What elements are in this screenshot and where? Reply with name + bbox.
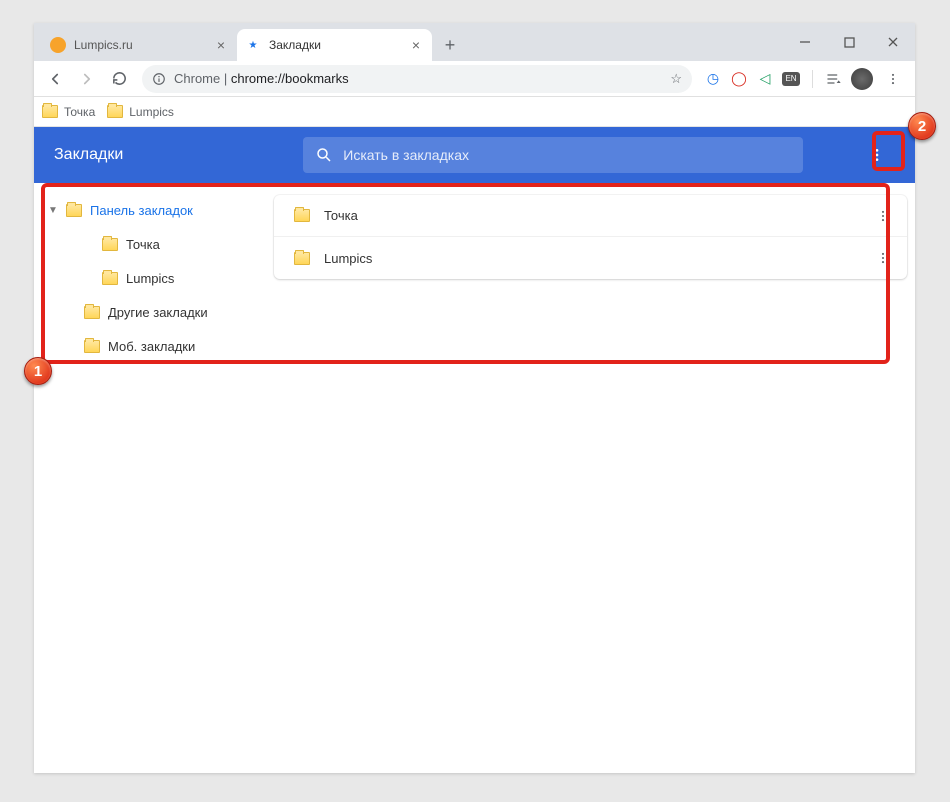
extension-icon[interactable]: ◁ [756,70,774,88]
folder-icon [84,306,100,319]
extension-icons: ◷ ◯ ◁ EN [700,64,909,94]
list-item[interactable]: Lumpics [274,237,907,279]
folder-icon [84,340,100,353]
site-info-icon[interactable] [152,72,168,86]
search-input[interactable] [343,147,791,163]
tabstrip: Lumpics.ru × ★ Закладки × + [34,23,915,61]
tree-mobile-bookmarks[interactable]: ▼ Моб. закладки [34,329,274,363]
bookmarks-bar-label: Точка [64,105,95,119]
folder-icon [294,209,310,222]
maximize-button[interactable] [827,26,871,58]
url-host: Chrome [174,71,220,86]
chrome-menu-button[interactable] [881,64,905,94]
close-icon[interactable]: × [213,37,229,53]
forward-button[interactable] [72,64,102,94]
folder-icon [102,272,118,285]
page-header: Закладки [34,127,915,183]
tab-lumpics[interactable]: Lumpics.ru × [42,29,237,61]
bookmark-list: Точка Lumpics [274,183,915,773]
window-controls [783,23,915,61]
search-bar[interactable] [303,137,803,173]
tree-child-item[interactable]: ▼ Точка [34,227,274,261]
extension-icon[interactable]: ◷ [704,70,722,88]
bookmarks-bar: Точка Lumpics [34,97,915,127]
list-item-label: Точка [324,208,358,223]
back-button[interactable] [40,64,70,94]
profile-avatar[interactable] [851,68,873,90]
separator [812,70,813,88]
search-icon [315,146,333,164]
folder-icon [42,105,58,118]
toolbar: Chrome | chrome://bookmarks ☆ ◷ ◯ ◁ EN [34,61,915,97]
close-button[interactable] [871,26,915,58]
bookmarks-bar-item[interactable]: Точка [42,105,95,119]
url-path: chrome://bookmarks [231,71,349,86]
bookmarks-page: Закладки ▼ Панель закладок ▼ То [34,127,915,773]
favicon-lumpics [50,37,66,53]
browser-window: Lumpics.ru × ★ Закладки × + [34,23,915,773]
folder-tree: ▼ Панель закладок ▼ Точка ▼ Lumpics ▼ [34,183,274,773]
tree-label: Другие закладки [108,305,208,320]
folder-icon [66,204,82,217]
list-item[interactable]: Точка [274,195,907,237]
list-card: Точка Lumpics [274,195,907,279]
new-tab-button[interactable]: + [436,31,464,59]
tab-bookmarks[interactable]: ★ Закладки × [237,29,432,61]
bookmarks-bar-label: Lumpics [129,105,174,119]
address-bar[interactable]: Chrome | chrome://bookmarks ☆ [142,65,692,93]
chevron-down-icon[interactable]: ▼ [48,205,58,216]
folder-icon [107,105,123,118]
tree-label: Моб. закладки [108,339,195,354]
folder-icon [294,252,310,265]
page-title: Закладки [54,146,123,164]
tree-other-bookmarks[interactable]: ▼ Другие закладки [34,295,274,329]
extension-icon[interactable]: EN [782,72,800,86]
page-content: ▼ Панель закладок ▼ Точка ▼ Lumpics ▼ [34,183,915,773]
tab-title: Lumpics.ru [74,38,213,52]
page-menu-button[interactable] [859,137,895,173]
minimize-button[interactable] [783,26,827,58]
bookmarks-bar-item[interactable]: Lumpics [107,105,174,119]
tree-label: Панель закладок [90,203,193,218]
extension-icon[interactable]: ◯ [730,70,748,88]
item-menu-button[interactable] [867,242,899,274]
folder-icon [102,238,118,251]
tree-label: Lumpics [126,271,174,286]
item-menu-button[interactable] [867,200,899,232]
tree-child-item[interactable]: ▼ Lumpics [34,261,274,295]
favicon-star-icon: ★ [245,37,261,53]
close-icon[interactable]: × [408,37,424,53]
tab-title: Закладки [269,38,408,52]
list-item-label: Lumpics [324,251,372,266]
bookmark-star-icon[interactable]: ☆ [670,71,682,87]
tree-root-bookmarks-bar[interactable]: ▼ Панель закладок [34,193,274,227]
tree-label: Точка [126,237,160,252]
media-icon[interactable] [825,70,843,88]
reload-button[interactable] [104,64,134,94]
